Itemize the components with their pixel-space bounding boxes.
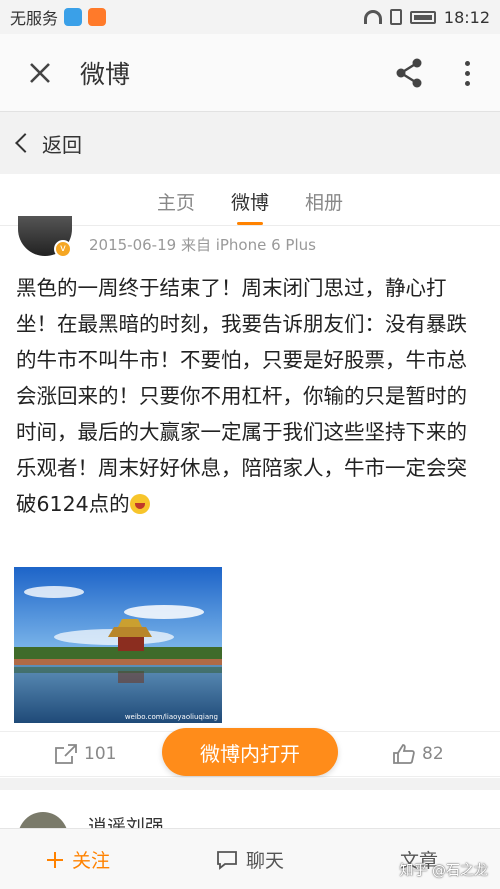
tab-weibo[interactable]: 微博 — [231, 174, 269, 225]
app-title: 微博 — [80, 59, 131, 89]
plus-icon — [47, 851, 63, 868]
zhihu-watermark: 知乎 @石之龙 — [399, 863, 488, 879]
back-label: 返回 — [42, 132, 82, 157]
repost-icon — [55, 744, 77, 764]
open-in-weibo-button[interactable]: 微博内打开 — [162, 728, 338, 776]
notification-app-icon — [64, 8, 83, 26]
chat-bubble-icon — [217, 850, 237, 870]
more-dot-icon — [464, 70, 470, 76]
battery-icon — [409, 10, 436, 24]
close-button[interactable] — [0, 34, 80, 112]
more-dot-icon — [464, 80, 470, 86]
sim-alert-icon — [389, 9, 402, 25]
close-icon — [30, 62, 50, 83]
post-image[interactable]: weibo.com/liaoyaoliuqiang — [14, 567, 222, 723]
more-dot-icon — [464, 60, 470, 66]
follow-button[interactable]: 关注 — [46, 846, 110, 873]
follow-label: 关注 — [72, 850, 111, 872]
tab-album[interactable]: 相册 — [305, 174, 343, 225]
next-post-preview[interactable]: 逍遥刘强 — [0, 790, 500, 830]
post-text: 黑色的一周终于结束了！周末闭门思过，静心打坐！在最黑暗的时刻，我要告诉朋友们：没… — [16, 276, 467, 516]
post-header: v 2015-06-19 来自 iPhone 6 Plus — [0, 216, 500, 266]
chat-button[interactable]: 聊天 — [216, 846, 284, 873]
like-count: 82 — [422, 744, 444, 764]
share-button[interactable] — [392, 56, 426, 90]
share-icon — [396, 58, 422, 88]
more-options-button[interactable] — [450, 56, 484, 90]
forbidden-city-photo — [14, 567, 222, 723]
divider — [0, 778, 500, 790]
back-button[interactable]: 返回 — [0, 112, 500, 174]
laughing-emoji-icon — [129, 494, 150, 514]
chat-label: 聊天 — [246, 850, 285, 872]
post-meta: 2015-06-19 来自 iPhone 6 Plus — [89, 236, 316, 254]
profile-tabs: 主页 微博 相册 — [0, 174, 500, 226]
chevron-left-icon — [15, 133, 35, 153]
like-button[interactable]: 82 — [392, 743, 444, 765]
clock: 18:12 — [443, 7, 490, 27]
wifi-icon — [363, 10, 382, 24]
thumbs-up-icon — [393, 744, 415, 764]
post-body: 黑色的一周终于结束了！周末闭门思过，静心打坐！在最黑暗的时刻，我要告诉朋友们：没… — [16, 270, 486, 522]
status-bar: 无服务 18:12 — [0, 0, 500, 34]
verified-badge-icon: v — [54, 240, 72, 258]
tab-home[interactable]: 主页 — [157, 174, 195, 225]
image-watermark: weibo.com/liaoyaoliuqiang — [124, 713, 218, 721]
repost-button[interactable]: 101 — [54, 743, 116, 765]
repost-count: 101 — [84, 744, 117, 764]
video-app-icon — [88, 8, 107, 26]
app-bar: 微博 — [0, 34, 500, 112]
carrier-label: 无服务 — [10, 9, 59, 28]
